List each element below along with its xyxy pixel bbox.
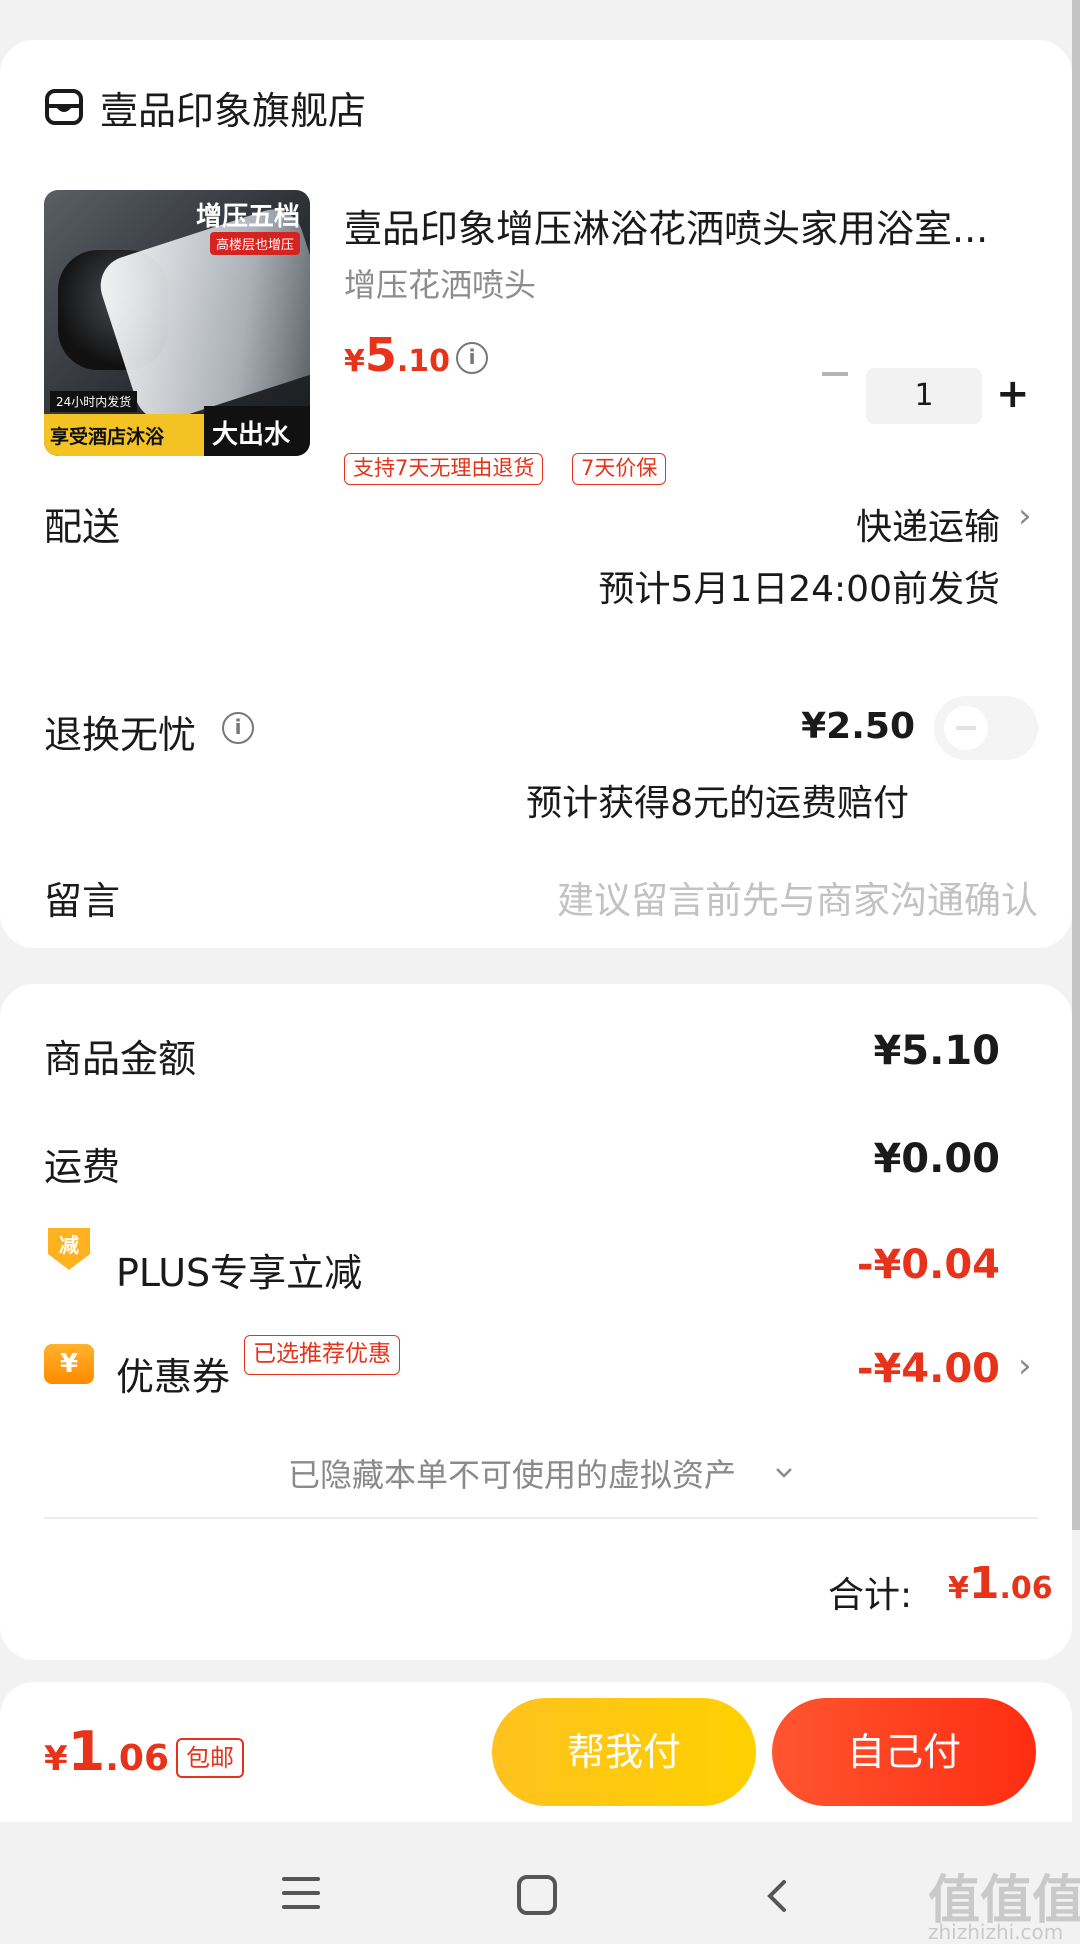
total-value: ¥1.06 (948, 1558, 1053, 1609)
divider (44, 1517, 1038, 1519)
quantity-input[interactable]: 1 (866, 368, 982, 424)
toggle-knob (944, 706, 988, 750)
watermark-url: zhizhizhi.com (928, 1920, 1064, 1944)
quantity-increase-button[interactable]: + (996, 374, 1030, 414)
store-name[interactable]: 壹品印象旗舰店 (100, 80, 366, 135)
message-input[interactable]: 建议留言前先与商家沟通确认 (557, 870, 1038, 924)
coupon-chevron-icon[interactable]: › (1018, 1346, 1032, 1386)
plus-badge-text: 减 (59, 1233, 79, 1257)
pay-amount-symbol: ¥ (44, 1739, 68, 1779)
pay-amount-integer: 1 (67, 1720, 106, 1783)
return-policy-tag: 支持7天无理由退货 (344, 453, 544, 485)
coupon-discount-value[interactable]: -¥4.00 (857, 1346, 1000, 1392)
return-worry-free-note: 预计获得8元的运费赔付 (526, 783, 909, 824)
product-price: ¥5.10 (344, 328, 450, 382)
goods-amount-label: 商品金额 (44, 1037, 197, 1081)
coupon-badge-icon: ¥ (44, 1344, 94, 1384)
product-title[interactable]: 壹品印象增压淋浴花洒喷头家用浴室... (344, 198, 1014, 253)
return-worry-free-price: ¥2.50 (801, 706, 915, 747)
shipping-value: ¥0.00 (873, 1136, 1000, 1182)
total-integer: 1 (968, 1558, 1000, 1609)
product-image[interactable]: 增压五档 高楼层也增压 24小时内发货 享受酒店沐浴 大出水 (44, 190, 310, 456)
system-nav-bar: 值值值 zhizhizhi.com (0, 1822, 1080, 1944)
delivery-chevron-icon[interactable]: › (1018, 496, 1032, 536)
store-card: 壹品印象旗舰店 增压五档 高楼层也增压 24小时内发货 享受酒店沐浴 大出水 壹… (0, 40, 1072, 948)
scrollbar[interactable] (1072, 0, 1080, 1530)
back-icon[interactable] (758, 1876, 798, 1916)
help-me-pay-button[interactable]: 帮我付 (492, 1698, 756, 1806)
plus-discount-badge-icon: 减 (48, 1228, 90, 1270)
delivery-estimate: 预计5月1日24:00前发货 (598, 569, 1000, 610)
plus-discount-label: PLUS专享立减 (116, 1251, 363, 1295)
chevron-down-icon[interactable] (774, 1462, 794, 1482)
shipping-label: 运费 (44, 1145, 121, 1189)
pay-amount: ¥1.06 (44, 1720, 169, 1783)
return-worry-free-label: 退换无忧 (44, 713, 197, 757)
price-symbol: ¥ (344, 344, 365, 379)
return-info-icon[interactable]: i (222, 712, 254, 744)
goods-amount-value: ¥5.10 (873, 1028, 1000, 1074)
product-spec[interactable]: 增压花洒喷头 (344, 260, 536, 306)
message-label: 留言 (44, 879, 121, 923)
plus-discount-value: -¥0.04 (856, 1242, 1000, 1288)
pay-amount-decimal: .06 (105, 1738, 170, 1779)
total-decimal: .06 (999, 1571, 1053, 1606)
total-label: 合计: (828, 1575, 913, 1616)
image-text-highfloor: 高楼层也增压 (209, 232, 300, 255)
image-text-boost: 增压五档 (195, 202, 300, 232)
recent-apps-icon[interactable] (282, 1877, 320, 1919)
price-protect-tag: 7天价保 (572, 453, 667, 485)
delivery-label: 配送 (44, 505, 121, 549)
image-text-flow: 大出水 (204, 406, 310, 456)
free-shipping-tag: 包邮 (176, 1738, 244, 1778)
pay-myself-button[interactable]: 自己付 (772, 1698, 1036, 1806)
price-info-icon[interactable]: i (456, 342, 488, 374)
return-worry-free-toggle[interactable] (934, 696, 1038, 760)
order-summary-card: 商品金额 ¥5.10 运费 ¥0.00 减 PLUS专享立减 -¥0.04 ¥ … (0, 984, 1072, 1660)
total-symbol: ¥ (948, 1571, 969, 1606)
home-icon[interactable] (517, 1875, 557, 1915)
price-decimal: .10 (396, 344, 451, 379)
coupon-label[interactable]: 优惠券 (116, 1346, 230, 1401)
hidden-assets-toggle[interactable]: 已隐藏本单不可使用的虚拟资产 (288, 1450, 736, 1496)
store-icon (45, 89, 83, 125)
coupon-recommended-tag: 已选推荐优惠 (244, 1335, 400, 1375)
delivery-method[interactable]: 快递运输 (856, 498, 1000, 550)
image-text-hotel: 享受酒店沐浴 (44, 414, 204, 456)
image-text-24h: 24小时内发货 (50, 391, 138, 412)
pay-bar: ¥1.06 包邮 帮我付 自己付 (0, 1682, 1072, 1822)
price-integer: 5 (364, 328, 397, 382)
quantity-decrease-button[interactable] (822, 372, 848, 376)
